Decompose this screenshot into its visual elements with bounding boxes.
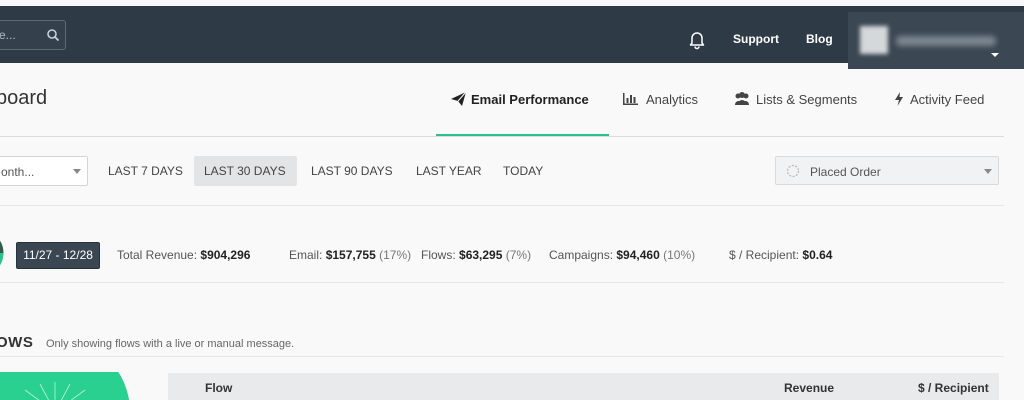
tab-email-performance-label: Email Performance [471, 92, 589, 107]
search-input[interactable]: e... [0, 20, 66, 50]
page-title: board [0, 87, 48, 109]
flows-stat: Flows: $63,295 (7%) [421, 248, 531, 262]
campaigns-stat: Campaigns: $94,460 (10%) [549, 248, 695, 262]
range-last-year[interactable]: LAST YEAR [406, 156, 492, 186]
range-last-90-days[interactable]: LAST 90 DAYS [301, 156, 403, 186]
bar-chart-icon [623, 93, 638, 105]
total-revenue-label: Total Revenue: [117, 248, 198, 262]
per-recipient-label: $ / Recipient: [729, 248, 800, 262]
period-select[interactable]: onth... [0, 156, 88, 186]
column-header-revenue[interactable]: Revenue [784, 381, 834, 395]
tab-lists-segments[interactable]: Lists & Segments [733, 90, 873, 136]
flows-section-title: OWS [0, 334, 34, 351]
paper-plane-icon [451, 91, 467, 106]
total-revenue-stat: Total Revenue: $904,296 [117, 248, 250, 262]
period-select-value: onth... [1, 165, 35, 179]
range-last-30-days[interactable]: LAST 30 DAYS [194, 156, 297, 186]
search-icon[interactable] [46, 27, 60, 43]
tab-analytics-label: Analytics [646, 92, 699, 107]
metric-select-value: Placed Order [810, 165, 881, 179]
chevron-down-icon [988, 48, 1002, 62]
tab-activity-feed[interactable]: Activity Feed [893, 90, 1003, 136]
search-input-text: e... [0, 28, 16, 42]
email-pct: (17%) [379, 248, 412, 262]
flows-value: $63,295 [459, 248, 503, 262]
account-name-redacted [896, 36, 996, 46]
total-revenue-value: $904,296 [200, 248, 251, 262]
chevron-down-icon [984, 169, 992, 174]
campaigns-pct: (10%) [663, 248, 696, 262]
flows-table-header: Flow Revenue $ / Recipient [168, 373, 999, 400]
flows-pct: (7%) [505, 248, 532, 262]
revenue-donut-chart [0, 240, 4, 266]
flows-section-note: Only showing flows with a live or manual… [46, 338, 295, 350]
header-divider [0, 136, 1004, 137]
bolt-icon [895, 92, 903, 106]
flows-pie-chart [0, 372, 129, 400]
campaigns-label: Campaigns: [549, 248, 614, 262]
column-header-flow[interactable]: Flow [205, 381, 232, 395]
top-navigation-bar: e... Support Blog [0, 6, 1024, 69]
per-recipient-value: $0.64 [802, 248, 833, 262]
users-icon [735, 92, 749, 105]
column-header-per-recipient[interactable]: $ / Recipient [918, 381, 989, 395]
email-stat: Email: $157,755 (17%) [289, 248, 411, 262]
filter-divider [0, 205, 1004, 206]
dashboard-page: e... Support Blog board Email Performanc… [0, 0, 1024, 400]
email-value: $157,755 [325, 248, 376, 262]
chevron-down-icon [73, 169, 81, 174]
bell-icon[interactable] [688, 30, 706, 50]
flows-divider [0, 356, 1004, 357]
tab-activity-feed-label: Activity Feed [910, 92, 985, 107]
range-today[interactable]: TODAY [493, 156, 553, 186]
campaigns-value: $94,460 [616, 248, 660, 262]
date-range-badge: 11/27 - 12/28 [16, 242, 100, 269]
tab-lists-segments-label: Lists & Segments [756, 92, 858, 107]
email-label: Email: [289, 248, 323, 262]
metric-icon [786, 164, 800, 178]
tab-analytics[interactable]: Analytics [622, 90, 712, 136]
account-menu[interactable] [848, 12, 1024, 69]
blog-link[interactable]: Blog [806, 32, 833, 46]
range-last-7-days[interactable]: LAST 7 DAYS [98, 156, 193, 186]
support-link[interactable]: Support [733, 32, 779, 46]
flows-label: Flows: [421, 248, 456, 262]
avatar [860, 26, 888, 54]
metric-select[interactable]: Placed Order [775, 156, 999, 185]
summary-divider [0, 282, 1004, 283]
tab-email-performance[interactable]: Email Performance [436, 90, 609, 136]
per-recipient-stat: $ / Recipient: $0.64 [729, 248, 832, 262]
